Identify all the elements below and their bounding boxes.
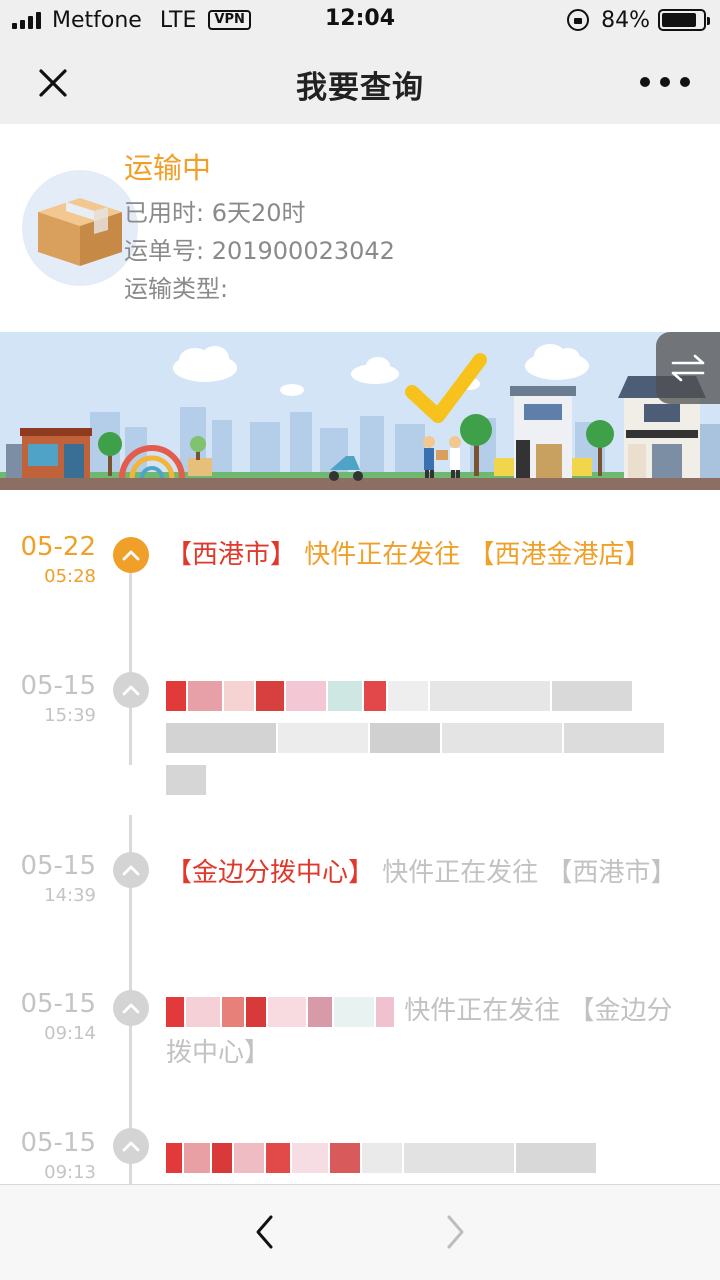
chevron-up-icon[interactable] bbox=[113, 990, 149, 1026]
delivery-illustration bbox=[0, 332, 720, 490]
event-description: 【金边分拨中心】 快件正在发往 【西港市】 bbox=[166, 852, 686, 894]
delivery-banner bbox=[0, 332, 720, 490]
event-time: 09:13 bbox=[44, 1162, 96, 1183]
bottom-toolbar bbox=[0, 1184, 720, 1280]
orientation-lock-icon bbox=[567, 9, 590, 31]
event-date: 05-15 bbox=[20, 989, 96, 1019]
redacted-location bbox=[166, 990, 396, 1032]
status-bar: Metfone LTE VPN 12:04 84% bbox=[0, 0, 720, 40]
event-time: 05:28 bbox=[44, 566, 96, 587]
battery-fill bbox=[662, 13, 696, 27]
redacted-event-text bbox=[166, 1136, 686, 1178]
page-title: 我要查询 bbox=[296, 70, 424, 106]
transport-type: 运输类型: bbox=[124, 275, 229, 303]
summary-text: 运输中 已用时: 6天20时 运单号: 201900023042 运输类型: bbox=[124, 146, 395, 308]
package-avatar bbox=[22, 170, 138, 286]
event-description: 【西港市】 快件正在发往 【西港金港店】 bbox=[166, 534, 686, 576]
nav-bar: 我要查询 bbox=[0, 40, 720, 124]
event-location: 【西港市】 bbox=[166, 540, 297, 570]
event-date: 05-15 bbox=[20, 851, 96, 881]
event-date: 05-15 bbox=[20, 1128, 96, 1158]
event-date: 05-15 bbox=[20, 671, 96, 701]
tracking-timeline: 05-22 05:28 【西港市】 快件正在发往 【西港金港店】 05-15 1… bbox=[0, 490, 720, 1184]
chevron-up-icon[interactable] bbox=[113, 852, 149, 888]
chevron-right-icon[interactable] bbox=[432, 1209, 478, 1255]
event-time: 14:39 bbox=[44, 885, 96, 906]
chevron-up-icon[interactable] bbox=[113, 672, 149, 708]
chevron-left-icon[interactable] bbox=[242, 1209, 288, 1255]
timeline-line bbox=[129, 560, 132, 765]
battery-percent: 84% bbox=[601, 7, 650, 33]
shipment-summary: 运输中 已用时: 6天20时 运单号: 201900023042 运输类型: bbox=[0, 124, 720, 332]
event-detail: 快件正在发往 【西港金港店】 bbox=[296, 540, 651, 570]
package-box-icon bbox=[38, 198, 122, 266]
chevron-up-icon[interactable] bbox=[113, 537, 149, 573]
status-right: 84% bbox=[567, 6, 710, 34]
event-description: 快件正在发往 【金边分拨中心】 bbox=[166, 990, 686, 1074]
event-date: 05-22 bbox=[20, 532, 96, 562]
shipment-status: 运输中 bbox=[124, 151, 212, 185]
battery-icon bbox=[658, 9, 710, 31]
tracking-number: 运单号: 201900023042 bbox=[124, 237, 395, 265]
swap-arrows-icon[interactable] bbox=[656, 332, 720, 404]
chevron-up-icon[interactable] bbox=[113, 1128, 149, 1164]
event-detail: 快件正在发往 【西港市】 bbox=[374, 858, 677, 888]
event-time: 09:14 bbox=[44, 1023, 96, 1044]
redacted-event-text bbox=[166, 674, 686, 800]
event-time: 15:39 bbox=[44, 705, 96, 726]
event-location: 【金边分拨中心】 bbox=[166, 858, 375, 888]
more-dots-icon[interactable] bbox=[640, 62, 690, 102]
elapsed-time: 已用时: 6天20时 bbox=[124, 199, 306, 227]
